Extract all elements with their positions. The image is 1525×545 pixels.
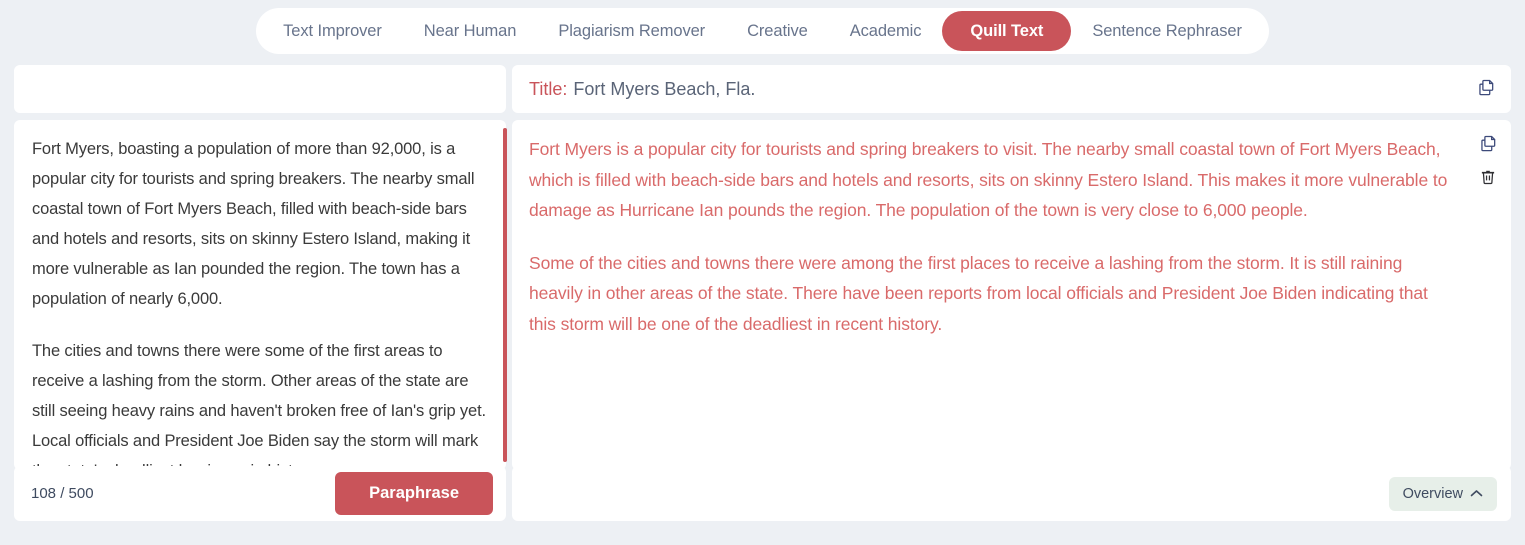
copy-title-button[interactable] xyxy=(1475,78,1497,100)
tab-sentence-rephraser[interactable]: Sentence Rephraser xyxy=(1071,12,1263,51)
output-text-area: Fort Myers is a popular city for tourist… xyxy=(512,120,1511,470)
tab-bar-container: Text Improver Near Human Plagiarism Remo… xyxy=(0,0,1525,62)
title-label: Title: xyxy=(529,78,568,99)
input-scrollbar-thumb[interactable] xyxy=(503,128,507,462)
input-panel: Fort Myers, boasting a population of mor… xyxy=(14,62,507,523)
trash-icon xyxy=(1479,168,1497,189)
character-counter: 108 / 500 xyxy=(31,485,94,502)
copy-output-button[interactable] xyxy=(1477,134,1499,156)
tab-academic[interactable]: Academic xyxy=(829,12,943,51)
tab-near-human[interactable]: Near Human xyxy=(403,12,538,51)
tab-plagiarism-remover[interactable]: Plagiarism Remover xyxy=(537,12,726,51)
input-title-field[interactable] xyxy=(14,65,506,113)
output-title-bar: Title: Fort Myers Beach, Fla. xyxy=(512,65,1511,113)
tab-creative[interactable]: Creative xyxy=(726,12,829,51)
output-actions xyxy=(1477,134,1499,189)
title-value: Fort Myers Beach, Fla. xyxy=(573,78,756,99)
tab-text-improver[interactable]: Text Improver xyxy=(262,12,403,51)
copy-icon xyxy=(1477,78,1496,100)
output-paragraph: Fort Myers is a popular city for tourist… xyxy=(529,139,1448,220)
tab-bar: Text Improver Near Human Plagiarism Remo… xyxy=(256,8,1269,54)
paraphrase-button[interactable]: Paraphrase xyxy=(335,472,493,515)
tab-quill-text[interactable]: Quill Text xyxy=(942,10,1072,52)
main-content: Fort Myers, boasting a population of mor… xyxy=(0,62,1525,545)
chevron-up-icon xyxy=(1470,486,1483,502)
input-paragraph: Fort Myers, boasting a population of mor… xyxy=(32,140,475,308)
copy-icon xyxy=(1479,134,1498,156)
overview-label: Overview xyxy=(1402,485,1463,502)
output-panel: Title: Fort Myers Beach, Fla. Fort Myers… xyxy=(512,62,1511,523)
input-textarea[interactable]: Fort Myers, boasting a population of mor… xyxy=(14,120,506,470)
input-paragraph: The cities and towns there were some of … xyxy=(32,342,486,470)
overview-dropdown-button[interactable]: Overview xyxy=(1388,476,1497,511)
output-footer: Overview xyxy=(512,466,1511,521)
output-paragraph: Some of the cities and towns there were … xyxy=(529,252,1428,334)
input-footer: 108 / 500 Paraphrase xyxy=(14,466,506,521)
delete-output-button[interactable] xyxy=(1477,167,1499,189)
